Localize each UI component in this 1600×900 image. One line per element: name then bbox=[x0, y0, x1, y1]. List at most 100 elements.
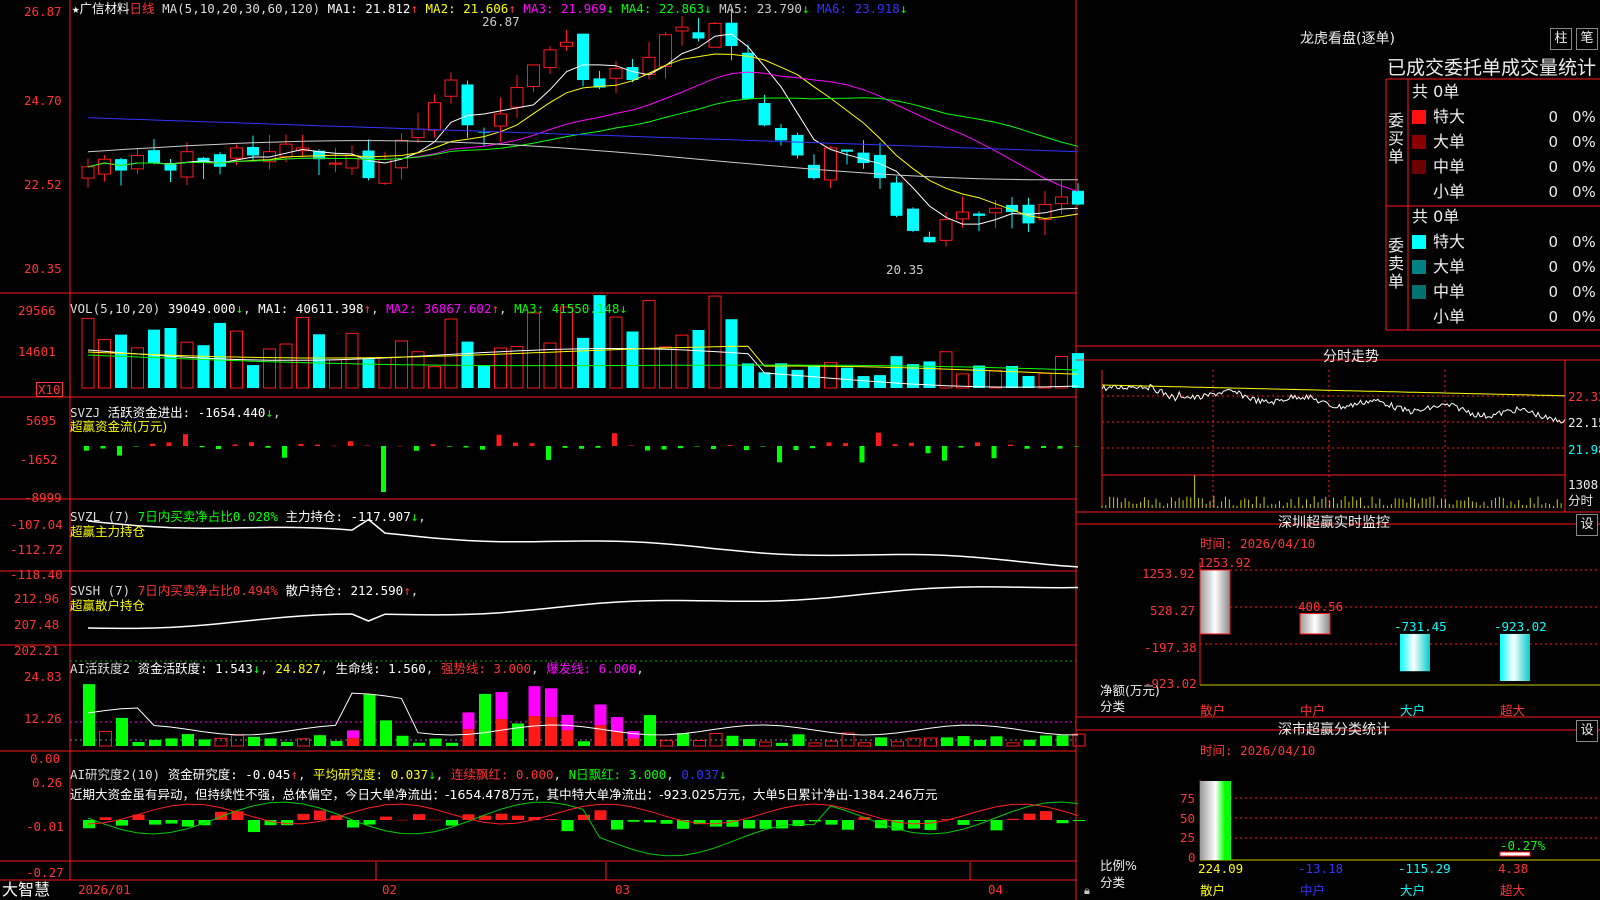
flow-bar-green bbox=[100, 446, 106, 449]
sell-swatch bbox=[1412, 235, 1426, 249]
svzj-label: SVZJ bbox=[70, 405, 101, 420]
activity-bar-hollow bbox=[808, 742, 822, 747]
research-bar-green bbox=[281, 820, 293, 826]
activity-bar-green bbox=[743, 739, 755, 746]
svzl-header: SVZL (7) 7日内买卖净占比0.028% 主力持仓: -117.907↓, bbox=[70, 509, 426, 524]
activity-bar-green bbox=[413, 742, 425, 746]
research-bar-red bbox=[297, 813, 310, 820]
volume-bar-up bbox=[1038, 372, 1052, 389]
favorite-star-icon[interactable]: ★ bbox=[72, 1, 80, 16]
activity-bar-green bbox=[792, 734, 805, 746]
volume-bar-up bbox=[510, 346, 524, 389]
volume-bar-down bbox=[973, 365, 985, 388]
candle-down bbox=[907, 208, 919, 231]
candle-up bbox=[1055, 196, 1068, 205]
stock-name[interactable]: 广信材料 bbox=[80, 1, 130, 16]
activity-bar-green bbox=[330, 740, 343, 746]
monitor-xlabel: 分类 bbox=[1100, 699, 1126, 714]
activity-bar-magenta bbox=[545, 688, 557, 718]
svzl-subtitle: 超赢主力持仓 bbox=[70, 524, 146, 539]
flow-bar-green bbox=[579, 446, 584, 449]
volume-bar-up bbox=[296, 316, 309, 389]
research-bar-green bbox=[759, 820, 772, 829]
lock-icon[interactable]: 🔒︎ bbox=[1084, 883, 1090, 898]
candle-up bbox=[659, 34, 672, 67]
candle-down bbox=[791, 134, 804, 156]
candle-down bbox=[626, 67, 639, 81]
flow-bar-red bbox=[843, 443, 848, 446]
activity-bar-red bbox=[627, 738, 640, 746]
flow-bar-green bbox=[744, 446, 749, 451]
activity-bar-green bbox=[990, 736, 1003, 746]
vol-unit-badge[interactable]: X10 bbox=[36, 382, 63, 397]
sell-row-count: 0 bbox=[1548, 258, 1558, 276]
volume-bar-down bbox=[923, 361, 936, 388]
sell-row-label: 大单 bbox=[1433, 257, 1466, 276]
bar-mode-button[interactable]: 柱 bbox=[1550, 28, 1572, 50]
activity-bar-hollow bbox=[907, 737, 921, 747]
volume-bar-up bbox=[444, 318, 458, 389]
volume-bar-up bbox=[659, 346, 672, 389]
volume-bar-down bbox=[115, 334, 127, 388]
sell-label-3: 单 bbox=[1387, 272, 1404, 291]
flow-bar-red bbox=[975, 442, 980, 446]
ai2-average: 平均研究度: 0.037 bbox=[313, 767, 429, 782]
volume-bar-down bbox=[1022, 375, 1035, 388]
flow-bar-red bbox=[364, 445, 370, 446]
monitor-bar-超大 bbox=[1500, 633, 1530, 681]
monitor-category: 超大 bbox=[1500, 703, 1526, 718]
candle-up bbox=[395, 139, 408, 169]
flow-bar-red bbox=[331, 445, 337, 447]
dragon-title: 龙虎看盘(逐单) bbox=[1300, 31, 1395, 47]
flow-bar-green bbox=[199, 446, 205, 448]
vol-tick: 14601 bbox=[18, 344, 56, 359]
research-bar-red bbox=[314, 810, 326, 820]
activity-bar-green bbox=[644, 715, 656, 746]
activity-bar-green bbox=[875, 737, 887, 746]
candle-down bbox=[758, 103, 771, 126]
activity-bar-green bbox=[248, 736, 260, 746]
flow-bar-green bbox=[117, 446, 122, 456]
research-bar-red bbox=[545, 819, 557, 820]
flow-bar-green bbox=[777, 446, 782, 463]
candle-up bbox=[675, 26, 689, 32]
research-bar-red bbox=[380, 816, 392, 820]
activity-bar-green bbox=[149, 739, 161, 746]
classify-bar-散户 bbox=[1200, 781, 1231, 860]
flow-bar-red bbox=[430, 444, 436, 446]
research-bar-green bbox=[743, 820, 755, 829]
ma-params: MA(5,10,20,30,60,120) bbox=[162, 1, 321, 16]
date-tick: 02 bbox=[382, 882, 398, 897]
monitor-settings-button[interactable]: 设 bbox=[1576, 514, 1598, 536]
svzj-header: SVZJ 活跃资金进出: -1654.440↓, bbox=[70, 405, 281, 420]
tick-mode-button[interactable]: 笔 bbox=[1576, 28, 1598, 50]
activity-bar-red bbox=[545, 717, 557, 746]
flow-bar-red bbox=[232, 444, 238, 446]
classify-bar-label: 4.38 bbox=[1498, 861, 1529, 876]
research-bar-green bbox=[149, 820, 161, 825]
research-bar-green bbox=[974, 820, 986, 821]
buy-row-percent: 0% bbox=[1572, 158, 1596, 176]
buy-total: 共 0单 bbox=[1412, 82, 1460, 101]
price-tick: 26.87 bbox=[24, 4, 62, 19]
svsh-tick: 212.96 bbox=[14, 591, 60, 606]
ai2-header: AI研究度2(10) 资金研究度: -0.045↑, 平均研究度: 0.037↓… bbox=[70, 767, 727, 782]
period-label[interactable]: 日线 bbox=[130, 1, 155, 16]
ma5-value: MA5: 23.790 bbox=[719, 1, 802, 16]
research-bar-green bbox=[627, 820, 640, 822]
monitor-bar-大户 bbox=[1400, 633, 1430, 672]
classify-category: 中户 bbox=[1300, 883, 1326, 898]
candle-down bbox=[1072, 190, 1084, 205]
classify-settings-button[interactable]: 设 bbox=[1576, 720, 1598, 742]
buy-row-percent: 0% bbox=[1572, 108, 1596, 126]
app-logo[interactable]: 大智慧 bbox=[2, 881, 50, 899]
buy-row-count: 0 bbox=[1548, 158, 1558, 176]
ai1-tick: 24.83 bbox=[24, 669, 62, 684]
svsh-tick: 207.48 bbox=[14, 617, 60, 632]
volume-bar-up bbox=[609, 316, 623, 389]
sell-row-label: 中单 bbox=[1433, 282, 1466, 301]
main-chart-area[interactable] bbox=[0, 0, 1600, 900]
date-tick: 04 bbox=[988, 882, 1004, 897]
classify-category: 大户 bbox=[1400, 883, 1426, 898]
flow-bar-red bbox=[513, 442, 518, 446]
